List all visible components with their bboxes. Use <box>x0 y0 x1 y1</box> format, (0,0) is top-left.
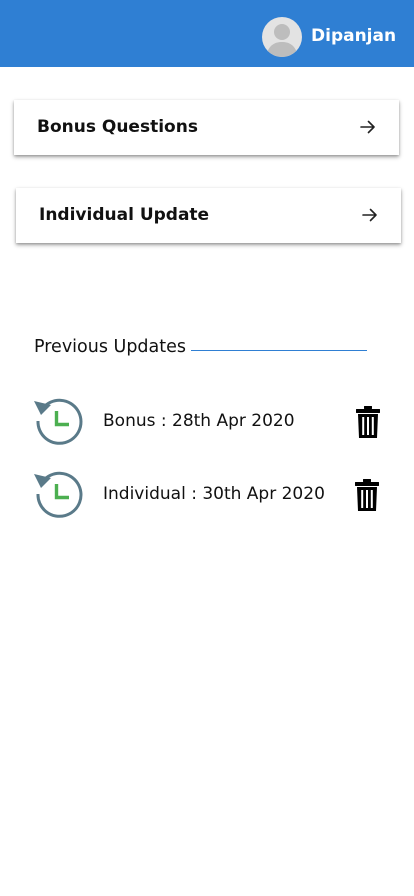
bonus-questions-button[interactable]: Bonus Questions <box>14 100 399 155</box>
trash-icon[interactable] <box>356 406 380 438</box>
history-icon <box>32 469 84 521</box>
update-label: Bonus : 28th Apr 2020 <box>103 411 295 431</box>
user-avatar-icon[interactable] <box>262 17 302 57</box>
section-divider <box>191 350 367 351</box>
individual-update-label: Individual Update <box>39 205 210 225</box>
arrow-right-icon <box>361 206 379 224</box>
username-label[interactable]: Dipanjan <box>311 24 396 48</box>
history-icon <box>32 396 84 448</box>
arrow-right-icon <box>359 118 377 136</box>
update-list-item[interactable]: Individual : 30th Apr 2020 <box>0 469 414 521</box>
app-header: Dipanjan <box>0 0 414 67</box>
previous-updates-title: Previous Updates <box>34 337 187 357</box>
individual-update-button[interactable]: Individual Update <box>16 188 401 243</box>
update-list-item[interactable]: Bonus : 28th Apr 2020 <box>0 396 414 448</box>
update-label: Individual : 30th Apr 2020 <box>103 484 325 504</box>
trash-icon[interactable] <box>355 479 379 511</box>
bonus-questions-label: Bonus Questions <box>37 117 198 137</box>
